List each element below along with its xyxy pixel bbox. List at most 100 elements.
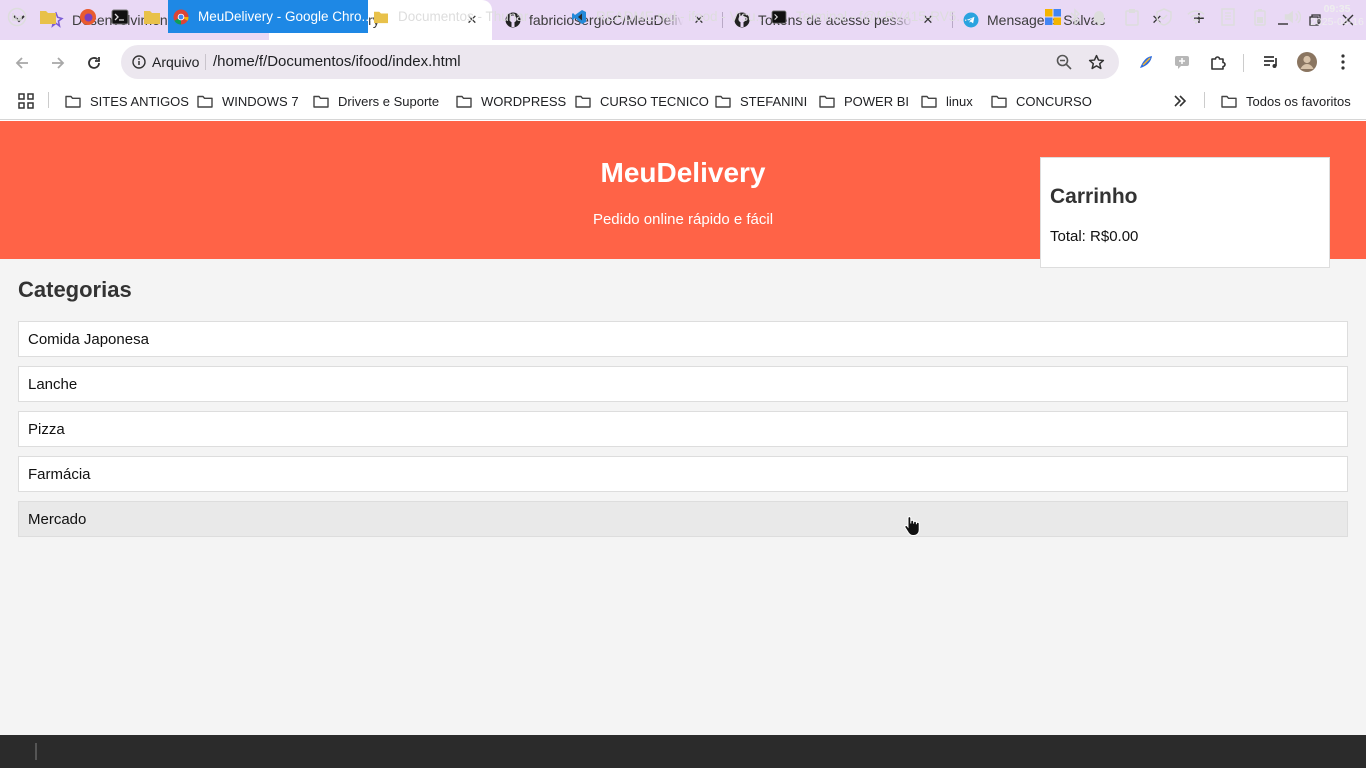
launcher-folder[interactable]	[142, 0, 162, 33]
clock-date: 2025-04-16	[1310, 16, 1364, 28]
category-label: Farmácia	[28, 465, 91, 483]
cart-panel: Carrinho Total: R$0.00	[1040, 157, 1330, 268]
chrome-icon	[172, 8, 190, 26]
taskbar-item-label: README.md - ifood - Visu...	[596, 9, 767, 24]
launcher-firefox[interactable]	[78, 0, 98, 33]
terminal-icon	[111, 9, 129, 24]
bookmark-folder[interactable]: STEFANINI	[715, 91, 807, 111]
site-info-chip[interactable]: Arquivo	[128, 50, 203, 74]
bookmark-label: WINDOWS 7	[222, 93, 299, 109]
folder-icon	[372, 8, 390, 26]
url-text[interactable]: /home/f/Documentos/ifood/index.html	[213, 53, 461, 70]
notes-icon[interactable]	[1219, 8, 1237, 26]
bookmark-folder[interactable]: linux	[921, 91, 973, 111]
folder-icon	[715, 95, 731, 108]
folder-icon	[197, 95, 213, 108]
taskbar-clock[interactable]: 09:35 2025-04-16	[1310, 3, 1364, 29]
start-menu-button[interactable]	[4, 0, 30, 33]
taskbar-item[interactable]: README.md - ifood - Visu...	[570, 0, 767, 33]
category-item-hovered[interactable]: Mercado	[18, 501, 1348, 537]
arrow-left-icon	[15, 57, 28, 69]
apps-grid-icon[interactable]	[18, 91, 34, 111]
tab-title: Mensagens Salvas	[987, 12, 1106, 28]
bookmark-folder[interactable]: CONCURSO	[991, 91, 1092, 111]
taskbar-item[interactable]: MeuDelivery - Google Chro...	[168, 0, 373, 33]
bookmark-folder[interactable]: SITES ANTIGOS	[65, 91, 189, 111]
profile-avatar-icon[interactable]	[1296, 51, 1318, 73]
category-item[interactable]: Farmácia	[18, 456, 1348, 492]
taskbar-item[interactable]: Documentos - Thunar	[370, 0, 565, 33]
all-bookmarks-label: Todos os favoritos	[1246, 93, 1351, 109]
volume-icon[interactable]	[1283, 8, 1301, 26]
category-label: Lanche	[28, 375, 78, 393]
wifi-icon[interactable]	[1187, 8, 1205, 26]
kebab-menu-icon[interactable]	[1332, 51, 1354, 73]
taskbar	[0, 735, 1366, 768]
arrow-right-icon	[52, 57, 65, 69]
hand-cursor-icon	[904, 516, 920, 536]
firefox-icon	[80, 8, 96, 25]
category-item[interactable]: Pizza	[18, 411, 1348, 447]
folder-icon	[144, 10, 160, 24]
bluetooth-icon[interactable]	[1066, 8, 1084, 26]
notifications-bell-icon[interactable]	[1090, 8, 1108, 26]
bookmark-folder[interactable]: POWER BI	[819, 91, 909, 111]
site-info-label: Arquivo	[152, 54, 200, 70]
extension-feather-icon[interactable]	[1135, 51, 1157, 73]
folder-icon	[313, 95, 329, 108]
cart-total: Total: R$0.00	[1050, 228, 1139, 245]
more-bookmarks-button[interactable]	[1173, 91, 1187, 111]
back-button[interactable]	[10, 51, 34, 75]
color-app-icon[interactable]	[1044, 8, 1062, 26]
taskbar-item[interactable]: Terminal - f@f-RV415-RV5...	[770, 0, 970, 33]
double-chevron-right-icon	[1174, 95, 1187, 107]
reload-icon	[88, 57, 100, 69]
category-label: Pizza	[28, 420, 65, 438]
folder-icon	[65, 95, 81, 108]
category-label: Comida Japonesa	[28, 330, 149, 348]
launcher-terminal[interactable]	[110, 0, 130, 33]
bookmark-label: POWER BI	[844, 93, 910, 109]
folder-icon	[575, 95, 591, 108]
cart-title: Carrinho	[1050, 185, 1138, 208]
linux-mint-menu-icon	[7, 7, 27, 26]
folder-icon	[819, 95, 835, 108]
battery-icon[interactable]	[1251, 8, 1269, 26]
chip-separator	[205, 54, 206, 70]
extension-chat-icon[interactable]	[1171, 51, 1193, 73]
folder-icon	[1221, 95, 1237, 108]
terminal-icon	[770, 8, 788, 26]
bookmark-label: SITES ANTIGOS	[90, 93, 189, 109]
bookmark-folder[interactable]: CURSO TECNICO	[575, 91, 709, 111]
shield-update-icon[interactable]	[1155, 8, 1173, 26]
reload-button[interactable]	[82, 51, 106, 75]
category-label: Mercado	[28, 510, 87, 528]
bookmark-folder[interactable]: WINDOWS 7	[197, 91, 299, 111]
taskbar-item-label: Documentos - Thunar	[398, 9, 529, 24]
bookmark-label: CONCURSO	[1016, 93, 1092, 109]
category-item[interactable]: Lanche	[18, 366, 1348, 402]
folder-icon	[456, 95, 472, 108]
info-icon	[132, 55, 146, 69]
bookmarks-separator	[48, 92, 49, 108]
taskbar-item-label: MeuDelivery - Google Chro...	[198, 9, 373, 24]
category-item[interactable]: Comida Japonesa	[18, 321, 1348, 357]
all-bookmarks-folder[interactable]: Todos os favoritos	[1221, 91, 1351, 111]
forward-button[interactable]	[46, 51, 70, 75]
media-controls-icon[interactable]	[1260, 51, 1282, 73]
taskbar-separator	[35, 743, 37, 760]
clipboard-icon[interactable]	[1123, 8, 1141, 26]
bookmark-folder[interactable]: Drivers e Suporte	[313, 91, 439, 111]
bookmark-label: CURSO TECNICO	[600, 93, 709, 109]
bookmark-star-icon[interactable]	[1086, 52, 1106, 72]
bookmark-label: Drivers e Suporte	[338, 93, 440, 109]
vscode-icon	[570, 8, 588, 26]
web-page: MeuDelivery Pedido online rápido e fácil…	[0, 121, 1366, 735]
folder-icon	[991, 95, 1007, 108]
launcher-files[interactable]	[38, 0, 58, 33]
extensions-puzzle-icon[interactable]	[1207, 51, 1229, 73]
bookmark-folder[interactable]: WORDPRESS	[456, 91, 566, 111]
categories-heading: Categorias	[18, 277, 132, 302]
bookmarks-separator	[1204, 92, 1205, 108]
zoom-icon[interactable]	[1054, 52, 1074, 72]
